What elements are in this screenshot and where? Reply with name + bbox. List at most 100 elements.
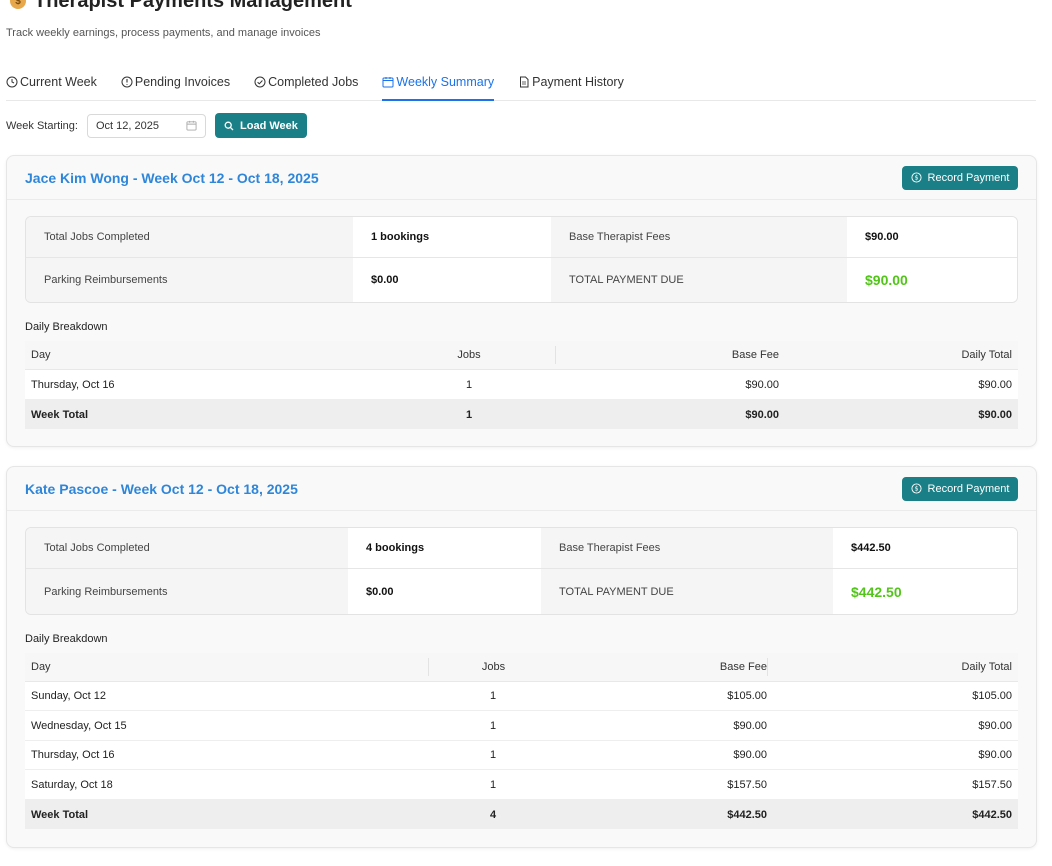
- calendar-icon: [186, 120, 197, 131]
- table-row: Sunday, Oct 12 1 $105.00 $105.00: [25, 682, 1018, 711]
- svg-text:$: $: [914, 174, 918, 182]
- card-header: Jace Kim Wong - Week Oct 12 - Oct 18, 20…: [7, 156, 1036, 200]
- week-starting-label: Week Starting:: [6, 119, 78, 132]
- svg-text:$: $: [914, 485, 918, 493]
- total-due-label: TOTAL PAYMENT DUE: [551, 258, 847, 302]
- page-title: $ Therapist Payments Management: [6, 0, 352, 14]
- record-payment-button[interactable]: $ Record Payment: [902, 165, 1018, 190]
- cell-day: Saturday, Oct 18: [31, 778, 113, 791]
- cell-base-fee: $90.00: [733, 719, 767, 732]
- cell-base-fee: $442.50: [727, 808, 767, 821]
- dollar-circle-icon: $: [910, 483, 922, 494]
- tab-label: Weekly Summary: [396, 74, 495, 89]
- record-payment-label: Record Payment: [927, 171, 1010, 184]
- cell-day: Thursday, Oct 16: [31, 378, 115, 391]
- column-header-daily-total: Daily Total: [961, 349, 1012, 361]
- total-due-value: $442.50: [833, 569, 1017, 614]
- week-filter: Week Starting: Oct 12, 2025 Load Week: [6, 113, 307, 138]
- daily-breakdown-title: Daily Breakdown: [25, 321, 108, 333]
- cell-daily-total: $157.50: [972, 778, 1012, 791]
- column-header-jobs: Jobs: [457, 349, 481, 361]
- cell-jobs: 1: [489, 749, 497, 761]
- cell-day: Sunday, Oct 12: [31, 690, 107, 702]
- total-due-value: $90.00: [847, 258, 1017, 302]
- cell-daily-total: $90.00: [978, 378, 1012, 391]
- table-header-row: Day Jobs Base Fee Daily Total: [25, 341, 1018, 370]
- search-icon: [224, 121, 234, 130]
- cell-jobs: 1: [489, 690, 497, 702]
- calendar-icon: [382, 76, 394, 87]
- cell-base-fee: $90.00: [745, 378, 779, 391]
- summary-row: Parking Reimbursements $0.00 TOTAL PAYME…: [26, 258, 1017, 302]
- card-title: Kate Pascoe - Week Oct 12 - Oct 18, 2025: [25, 480, 298, 497]
- payment-summary-grid: Total Jobs Completed 4 bookings Base The…: [25, 527, 1018, 615]
- file-icon: [520, 76, 529, 88]
- money-bag-icon: $: [10, 0, 26, 9]
- daily-breakdown-table: Day Jobs Base Fee Daily Total Sunday, Oc…: [25, 653, 1018, 829]
- parking-value: $0.00: [353, 258, 551, 302]
- summary-row: Parking Reimbursements $0.00 TOTAL PAYME…: [26, 569, 1017, 614]
- summary-row: Total Jobs Completed 4 bookings Base The…: [26, 528, 1017, 569]
- cell-base-fee: $90.00: [745, 408, 779, 421]
- week-date-picker[interactable]: Oct 12, 2025: [86, 113, 206, 138]
- parking-value: $0.00: [348, 569, 541, 614]
- tab-pending-invoices[interactable]: Pending Invoices: [121, 64, 230, 100]
- record-payment-label: Record Payment: [927, 482, 1010, 495]
- column-header-day: Day: [31, 349, 51, 361]
- page-title-text: Therapist Payments Management: [34, 0, 352, 12]
- base-fees-label: Base Therapist Fees: [551, 217, 847, 257]
- parking-label: Parking Reimbursements: [26, 569, 348, 614]
- tab-label: Completed Jobs: [268, 75, 359, 89]
- payment-summary-grid: Total Jobs Completed 1 bookings Base The…: [25, 216, 1018, 303]
- load-week-label: Load Week: [240, 119, 298, 132]
- tab-bar: Current Week Pending Invoices Completed …: [6, 64, 1036, 101]
- clock-icon: [6, 76, 18, 88]
- base-fees-label: Base Therapist Fees: [541, 528, 833, 568]
- summary-row: Total Jobs Completed 1 bookings Base The…: [26, 217, 1017, 258]
- cell-day: Week Total: [31, 408, 89, 421]
- column-header-day: Day: [31, 661, 51, 673]
- table-row: Wednesday, Oct 15 1 $90.00 $90.00: [25, 711, 1018, 741]
- week-total-row: Week Total 4 $442.50 $442.50: [25, 800, 1018, 829]
- cell-jobs: 1: [465, 408, 473, 421]
- check-circle-icon: [254, 76, 266, 88]
- cell-base-fee: $105.00: [727, 690, 767, 702]
- cell-jobs: 4: [489, 808, 497, 821]
- cell-day: Week Total: [31, 808, 89, 821]
- cell-daily-total: $442.50: [972, 808, 1012, 821]
- table-row: Saturday, Oct 18 1 $157.50 $157.50: [25, 770, 1018, 800]
- cell-jobs: 1: [489, 778, 497, 791]
- total-due-label: TOTAL PAYMENT DUE: [541, 569, 833, 614]
- page-header: $ Therapist Payments Management Track we…: [6, 0, 352, 39]
- table-row: Thursday, Oct 16 1 $90.00 $90.00: [25, 741, 1018, 770]
- jobs-label: Total Jobs Completed: [26, 528, 348, 568]
- week-date-value: Oct 12, 2025: [95, 119, 159, 132]
- cell-jobs: 1: [489, 719, 497, 732]
- tab-label: Pending Invoices: [134, 75, 231, 89]
- column-header-base-fee: Base Fee: [719, 661, 767, 673]
- therapist-summary-card: Kate Pascoe - Week Oct 12 - Oct 18, 2025…: [6, 466, 1037, 848]
- therapist-summary-card: Jace Kim Wong - Week Oct 12 - Oct 18, 20…: [6, 155, 1037, 447]
- base-fees-value: $90.00: [847, 217, 1017, 257]
- cell-day: Wednesday, Oct 15: [31, 719, 127, 732]
- week-total-row: Week Total 1 $90.00 $90.00: [25, 400, 1018, 429]
- tab-payment-history[interactable]: Payment History: [518, 64, 624, 100]
- jobs-label: Total Jobs Completed: [26, 217, 353, 257]
- column-header-daily-total: Daily Total: [767, 658, 1018, 676]
- tab-current-week[interactable]: Current Week: [6, 64, 97, 100]
- parking-label: Parking Reimbursements: [26, 258, 353, 302]
- cell-daily-total: $105.00: [972, 690, 1012, 702]
- alert-circle-icon: [121, 76, 133, 88]
- cell-daily-total: $90.00: [978, 408, 1012, 421]
- daily-breakdown-table: Day Jobs Base Fee Daily Total Thursday, …: [25, 341, 1018, 429]
- tab-weekly-summary[interactable]: Weekly Summary: [382, 64, 495, 101]
- base-fees-value: $442.50: [833, 528, 1017, 568]
- daily-breakdown-title: Daily Breakdown: [25, 633, 108, 645]
- jobs-value: 1 bookings: [353, 217, 551, 257]
- jobs-value: 4 bookings: [348, 528, 541, 568]
- load-week-button[interactable]: Load Week: [214, 113, 307, 138]
- column-header-base-fee: Base Fee: [555, 346, 779, 364]
- record-payment-button[interactable]: $ Record Payment: [902, 476, 1018, 501]
- tab-completed-jobs[interactable]: Completed Jobs: [254, 64, 358, 100]
- cell-base-fee: $157.50: [727, 778, 767, 791]
